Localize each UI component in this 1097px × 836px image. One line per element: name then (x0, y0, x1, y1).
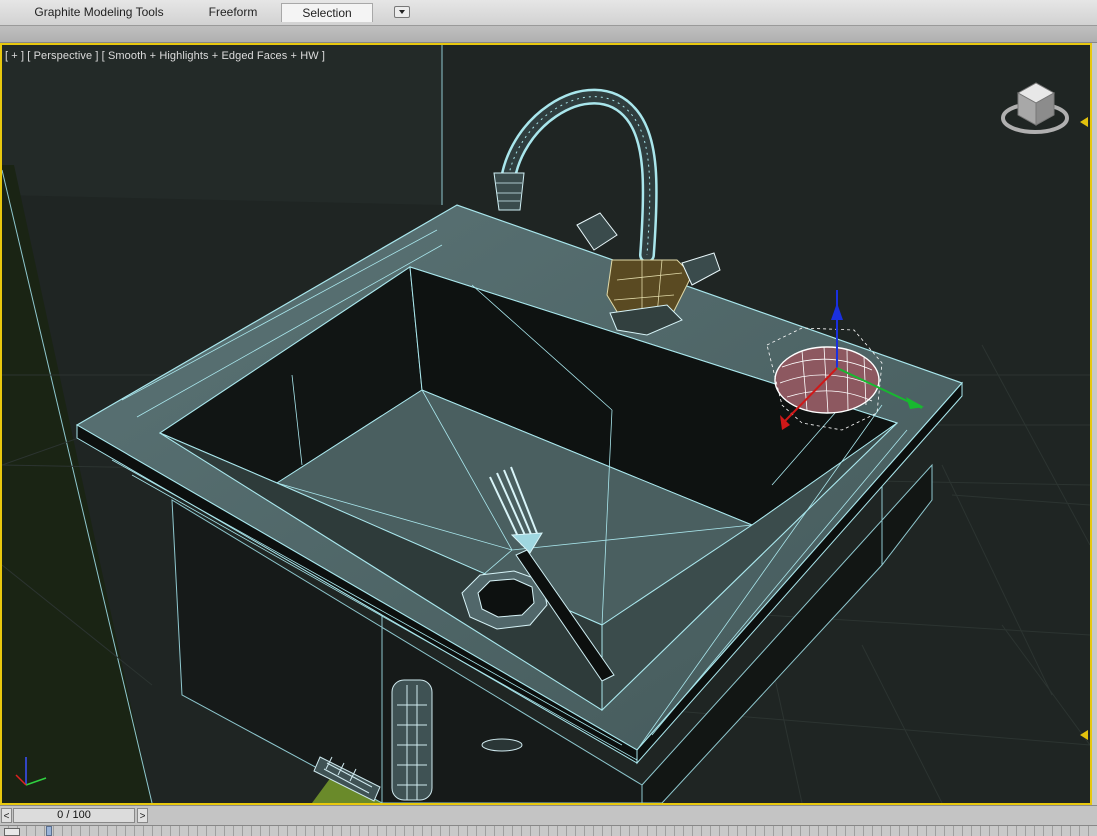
tab-selection[interactable]: Selection (281, 3, 373, 22)
tab-graphite-modeling-tools[interactable]: Graphite Modeling Tools (14, 3, 184, 22)
time-prev-button[interactable]: < (1, 808, 12, 823)
time-next-button[interactable]: > (137, 808, 148, 823)
track-playhead[interactable] (46, 826, 52, 836)
curve-editor-icon[interactable] (4, 828, 20, 836)
time-slider[interactable]: 0 / 100 (13, 808, 135, 823)
ribbon-options-dropdown-icon[interactable] (394, 6, 410, 18)
viewport-edge-marker-bottom-icon (1080, 730, 1088, 740)
viewport-scene (2, 45, 1090, 803)
ribbon-panel-collapsed (0, 26, 1097, 43)
viewport-edge-marker-top-icon (1080, 117, 1088, 127)
tab-freeform[interactable]: Freeform (188, 3, 278, 22)
time-slider-bar: < 0 / 100 > (0, 805, 1097, 825)
ribbon-bar: Graphite Modeling Tools Freeform Selecti… (0, 0, 1097, 26)
trackbar[interactable] (0, 825, 1097, 836)
viewport-label[interactable]: [ + ] [ Perspective ] [ Smooth + Highlig… (5, 50, 325, 62)
perspective-viewport[interactable]: [ + ] [ Perspective ] [ Smooth + Highlig… (0, 43, 1092, 805)
